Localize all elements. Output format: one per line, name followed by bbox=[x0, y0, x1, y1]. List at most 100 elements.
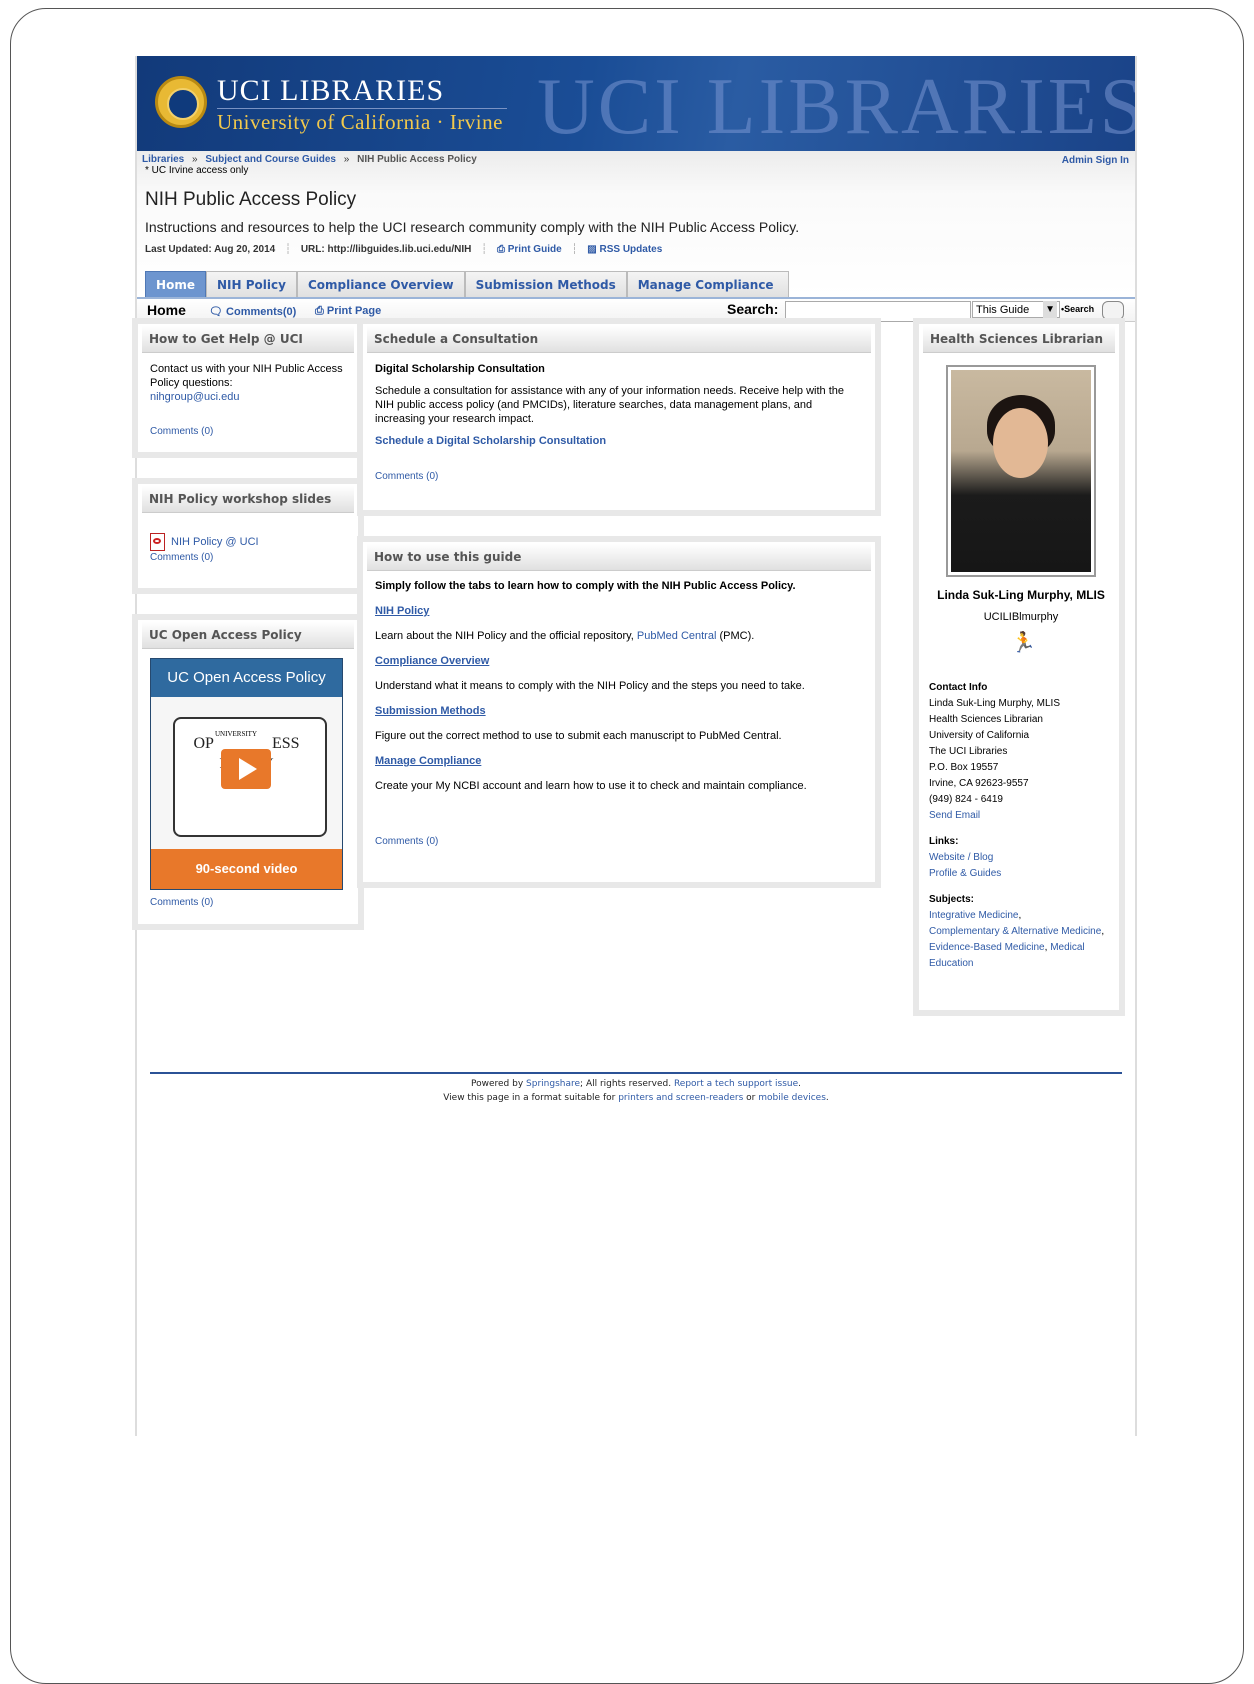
howto-nih-policy-post: (PMC). bbox=[719, 630, 755, 642]
breadcrumb-separator: » bbox=[192, 154, 198, 165]
open-access-video[interactable]: UC Open Access Policy UNIVERSITY OPESS P… bbox=[150, 658, 343, 890]
howto-nih-policy-pre: Learn about the NIH Policy and the offic… bbox=[375, 630, 634, 642]
tab-manage-compliance[interactable]: Manage Compliance bbox=[626, 271, 789, 297]
print-page-link[interactable]: ⎙ Print Page bbox=[315, 305, 381, 318]
contact-line: Irvine, CA 92623-9557 bbox=[929, 778, 1029, 789]
howto-intro: Simply follow the tabs to learn how to c… bbox=[375, 580, 796, 592]
breadcrumb-current: NIH Public Access Policy bbox=[357, 154, 477, 165]
profile-guides-link[interactable]: Profile & Guides bbox=[929, 866, 1113, 882]
subjects-list: Integrative Medicine, Complementary & Al… bbox=[929, 910, 1105, 969]
footer-format-text: View this page in a format suitable for bbox=[443, 1093, 616, 1103]
printer-icon: ⎙ bbox=[496, 244, 505, 255]
website-blog-link[interactable]: Website / Blog bbox=[929, 850, 1113, 866]
consultation-text: Schedule a consultation for assistance w… bbox=[375, 385, 844, 425]
help-comments-link[interactable]: Comments (0) bbox=[150, 425, 346, 439]
workshop-slides-link[interactable]: NIH Policy @ UCI bbox=[171, 536, 259, 548]
springshare-link[interactable]: Springshare bbox=[526, 1079, 580, 1089]
search-option-label: •Search bbox=[1061, 304, 1095, 314]
subject-link[interactable]: Evidence-Based Medicine bbox=[929, 942, 1045, 953]
howto-manage-compliance-text: Create your My NCBI account and learn ho… bbox=[375, 780, 807, 792]
librarian-name: Linda Suk-Ling Murphy, MLIS bbox=[937, 588, 1105, 602]
contact-line: Health Sciences Librarian bbox=[929, 714, 1043, 725]
consultation-box: Schedule a Consultation Digital Scholars… bbox=[357, 318, 881, 516]
last-updated: Last Updated: Aug 20, 2014 bbox=[145, 244, 276, 255]
subject-link[interactable]: Integrative Medicine bbox=[929, 910, 1019, 921]
help-text: Contact us with your NIH Public Access P… bbox=[150, 363, 343, 389]
tab-home[interactable]: Home bbox=[145, 271, 206, 297]
open-access-comments-link[interactable]: Comments (0) bbox=[150, 896, 346, 910]
links-heading: Links: bbox=[929, 836, 959, 847]
guide-tabs: Home NIH Policy Compliance Overview Subm… bbox=[145, 271, 789, 297]
printer-friendly-link[interactable]: printers and screen-readers bbox=[618, 1093, 743, 1103]
banner-title[interactable]: UCI LIBRARIES bbox=[217, 74, 444, 108]
pdf-icon bbox=[150, 533, 165, 551]
libguide-page: UCI LIBRARIES University of California ·… bbox=[132, 56, 1135, 1436]
play-icon[interactable] bbox=[221, 749, 271, 789]
mobile-devices-link[interactable]: mobile devices bbox=[758, 1093, 826, 1103]
howto-box-heading: How to use this guide bbox=[367, 544, 871, 571]
footer-powered-by: Powered by bbox=[471, 1079, 524, 1089]
workshop-comments-link[interactable]: Comments (0) bbox=[150, 551, 346, 565]
video-caption: 90-second video bbox=[151, 849, 342, 889]
howto-comments-link[interactable]: Comments (0) bbox=[375, 835, 863, 848]
comment-icon: 🗨 bbox=[209, 306, 227, 318]
search-scope-select[interactable]: This Guide bbox=[972, 301, 1060, 318]
breadcrumb-libraries[interactable]: Libraries bbox=[142, 154, 184, 165]
breadcrumb: Libraries » Subject and Course Guides » … bbox=[142, 154, 1130, 165]
workshop-box-heading: NIH Policy workshop slides bbox=[142, 486, 354, 513]
aim-running-man-icon[interactable]: 🏃 bbox=[1011, 633, 1036, 660]
page-comments-link[interactable]: 🗨 Comments(0) bbox=[209, 305, 296, 318]
tab-submission-methods[interactable]: Submission Methods bbox=[464, 271, 627, 297]
consultation-comments-link[interactable]: Comments (0) bbox=[375, 470, 863, 484]
help-email-link[interactable]: nihgroup@uci.edu bbox=[150, 390, 346, 404]
search-label: Search: bbox=[727, 301, 779, 317]
howto-compliance-overview-link[interactable]: Compliance Overview bbox=[375, 655, 863, 668]
guide-header: Libraries » Subject and Course Guides » … bbox=[137, 151, 1135, 297]
howto-submission-methods-link[interactable]: Submission Methods bbox=[375, 705, 863, 718]
contact-line: P.O. Box 19557 bbox=[929, 762, 999, 773]
help-box-heading: How to Get Help @ UCI bbox=[142, 326, 354, 353]
contact-line: University of California bbox=[929, 730, 1030, 741]
report-issue-link[interactable]: Report a tech support issue bbox=[674, 1079, 798, 1089]
subject-link[interactable]: Complementary & Alternative Medicine bbox=[929, 926, 1101, 937]
workshop-box: NIH Policy workshop slides NIH Policy @ … bbox=[132, 478, 364, 594]
footer-rights: ; All rights reserved. bbox=[580, 1079, 672, 1089]
current-page-title: Home bbox=[147, 302, 186, 318]
guide-description: Instructions and resources to help the U… bbox=[145, 219, 800, 235]
workshop-pdf-item[interactable]: NIH Policy @ UCI bbox=[150, 533, 346, 551]
footer-line-1: Powered by Springshare; All rights reser… bbox=[471, 1079, 801, 1089]
librarian-photo bbox=[946, 365, 1096, 577]
pubmed-central-link[interactable]: PubMed Central bbox=[637, 630, 717, 642]
librarian-box-heading: Health Sciences Librarian bbox=[923, 326, 1115, 353]
banner-subtitle: University of California · Irvine bbox=[217, 110, 503, 134]
breadcrumb-separator: » bbox=[343, 154, 350, 165]
schedule-consultation-link[interactable]: Schedule a Digital Scholarship Consultat… bbox=[375, 434, 863, 448]
guide-url: URL: http://libguides.lib.uci.edu/NIH bbox=[300, 244, 472, 255]
howto-nih-policy-link[interactable]: NIH Policy bbox=[375, 605, 863, 618]
send-email-link[interactable]: Send Email bbox=[929, 808, 1113, 824]
howto-box: How to use this guide Simply follow the … bbox=[357, 536, 881, 888]
tab-compliance-overview[interactable]: Compliance Overview bbox=[296, 271, 465, 297]
page-footer: Powered by Springshare; All rights reser… bbox=[150, 1072, 1122, 1105]
print-page-label: Print Page bbox=[326, 305, 382, 317]
tab-nih-policy[interactable]: NIH Policy bbox=[206, 271, 297, 297]
howto-submission-methods-text: Figure out the correct method to use to … bbox=[375, 730, 782, 742]
howto-manage-compliance-link[interactable]: Manage Compliance bbox=[375, 755, 863, 768]
printer-icon: ⎙ bbox=[315, 305, 327, 317]
open-access-box-heading: UC Open Access Policy bbox=[142, 622, 354, 649]
scroll-text-ess: ESS bbox=[271, 735, 300, 752]
admin-sign-in-link[interactable]: Admin Sign In bbox=[1062, 155, 1129, 166]
uci-seal-logo[interactable] bbox=[155, 76, 207, 128]
access-note: * UC Irvine access only bbox=[145, 165, 249, 176]
footer-line-2: View this page in a format suitable for … bbox=[443, 1093, 829, 1103]
video-title: UC Open Access Policy bbox=[151, 659, 342, 697]
consultation-subheading: Digital Scholarship Consultation bbox=[375, 363, 545, 375]
guide-meta: Last Updated: Aug 20, 2014 ┆ URL: http:/… bbox=[145, 244, 663, 255]
header-banner: UCI LIBRARIES University of California ·… bbox=[137, 56, 1135, 151]
contact-line: The UCI Libraries bbox=[929, 746, 1008, 757]
rss-updates-link[interactable]: RSS Updates bbox=[599, 244, 662, 255]
breadcrumb-subject-guides[interactable]: Subject and Course Guides bbox=[205, 154, 336, 165]
howto-compliance-overview-text: Understand what it means to comply with … bbox=[375, 680, 805, 692]
librarian-box: Health Sciences Librarian Linda Suk-Ling… bbox=[913, 318, 1125, 1016]
print-guide-link[interactable]: Print Guide bbox=[508, 244, 562, 255]
